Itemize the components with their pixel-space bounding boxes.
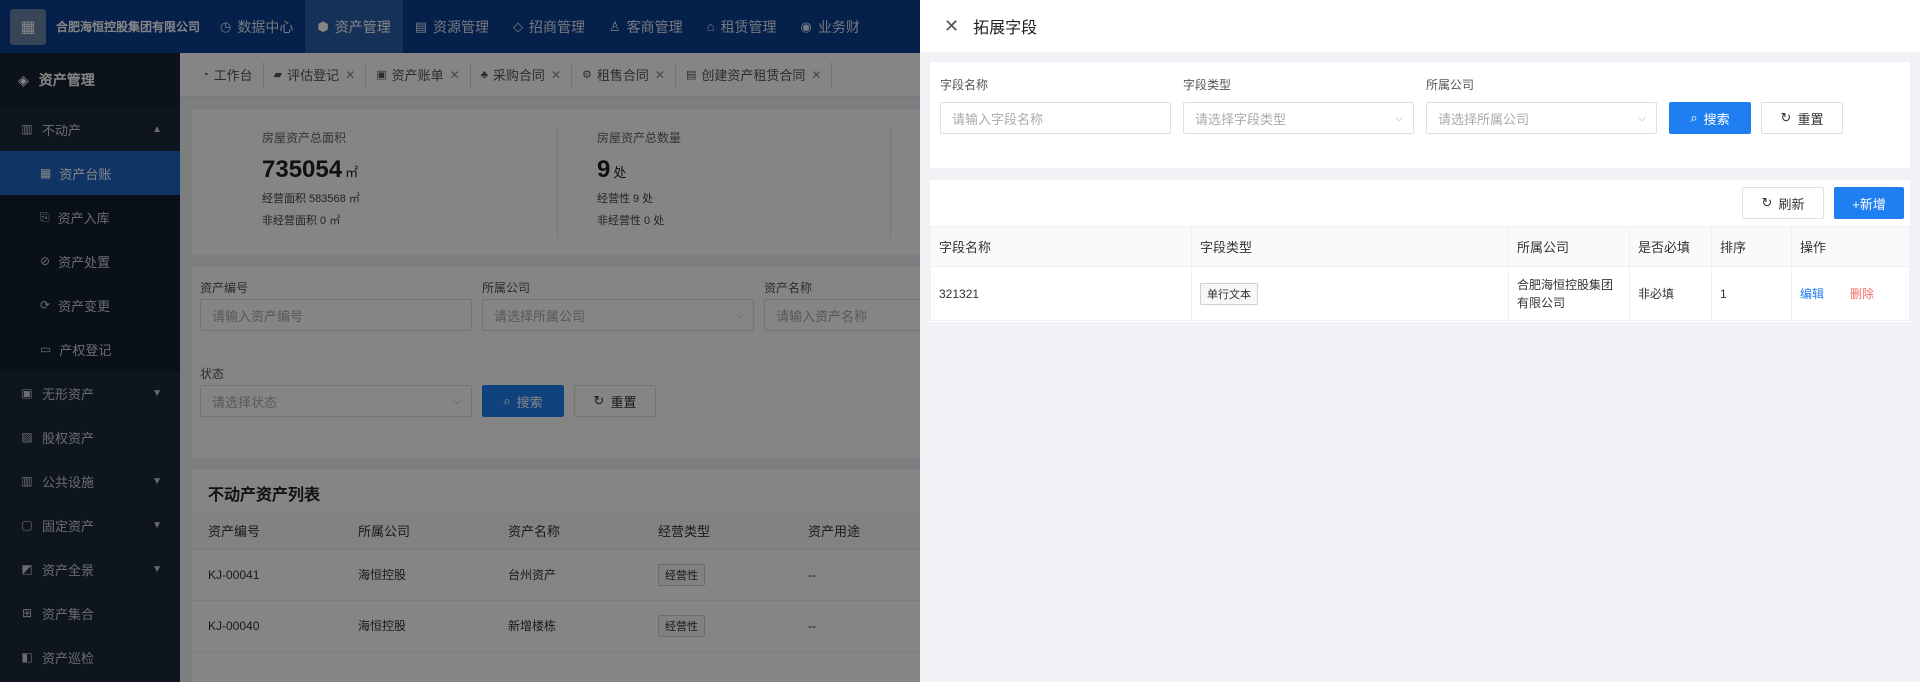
drawer-header: ✕ 拓展字段: [920, 0, 1920, 52]
search-icon: ⌕: [1690, 110, 1698, 125]
button-label: 重置: [1797, 111, 1824, 127]
field-name-label: 字段名称: [940, 78, 989, 92]
drawer-reset-button[interactable]: ↻ 重置: [1761, 102, 1843, 134]
column-header: 排序: [1711, 226, 1792, 267]
actions-cell: 编辑 删除: [1791, 266, 1910, 321]
table-header: 字段名称 字段类型 所属公司 是否必填 排序 操作: [930, 226, 1910, 267]
refresh-button[interactable]: ↻ 刷新: [1742, 187, 1824, 219]
extension-field-drawer: ✕ 拓展字段 字段名称 请输入字段名称 字段类型 请选择字段类型 ⌵ 所属公司 请…: [920, 0, 1920, 682]
order-cell: 1: [1711, 266, 1792, 321]
close-icon[interactable]: ✕: [944, 16, 959, 37]
chevron-down-icon: ⌵: [1638, 112, 1646, 124]
button-label: 刷新: [1778, 196, 1805, 212]
button-label: 搜索: [1703, 111, 1730, 127]
column-header: 操作: [1791, 226, 1910, 267]
drawer-title: 拓展字段: [973, 20, 1038, 37]
field-type-select[interactable]: 请选择字段类型 ⌵: [1183, 102, 1414, 134]
drawer-search-button[interactable]: ⌕ 搜索: [1669, 102, 1751, 134]
field-table: 字段名称 字段类型 所属公司 是否必填 排序 操作 321321 单行文本 合肥…: [930, 226, 1910, 321]
company-placeholder: 请选择所属公司: [1438, 111, 1530, 127]
refresh-icon: ↻: [1780, 110, 1792, 125]
company-label: 所属公司: [1426, 78, 1475, 92]
field-name-cell: 321321: [930, 266, 1192, 321]
field-type-label: 字段类型: [1183, 78, 1232, 92]
modal-overlay[interactable]: [0, 0, 920, 682]
company-cell: 合肥海恒控股集团有限公司: [1508, 266, 1630, 321]
column-header: 字段名称: [930, 226, 1192, 267]
column-header: 是否必填: [1629, 226, 1712, 267]
chevron-down-icon: ⌵: [1395, 112, 1403, 124]
column-header: 所属公司: [1508, 226, 1630, 267]
company-select[interactable]: 请选择所属公司 ⌵: [1426, 102, 1657, 134]
field-name-input[interactable]: 请输入字段名称: [940, 102, 1171, 134]
field-type-placeholder: 请选择字段类型: [1195, 111, 1287, 127]
drawer-list-card: ↻ 刷新 +新增 字段名称 字段类型 所属公司 是否必填 排序 操作 321321…: [930, 180, 1910, 322]
required-cell: 非必填: [1629, 266, 1712, 321]
refresh-icon: ↻: [1761, 195, 1773, 210]
table-row[interactable]: 321321 单行文本 合肥海恒控股集团有限公司 非必填 1 编辑 删除: [930, 266, 1910, 321]
delete-link[interactable]: 删除: [1850, 287, 1874, 301]
field-type-tag: 单行文本: [1200, 282, 1258, 305]
add-field-button[interactable]: +新增: [1834, 187, 1904, 219]
drawer-filter-panel: 字段名称 请输入字段名称 字段类型 请选择字段类型 ⌵ 所属公司 请选择所属公司 ⌵…: [930, 62, 1910, 168]
field-type-cell: 单行文本: [1191, 266, 1509, 321]
edit-link[interactable]: 编辑: [1800, 287, 1824, 301]
column-header: 字段类型: [1191, 226, 1509, 267]
